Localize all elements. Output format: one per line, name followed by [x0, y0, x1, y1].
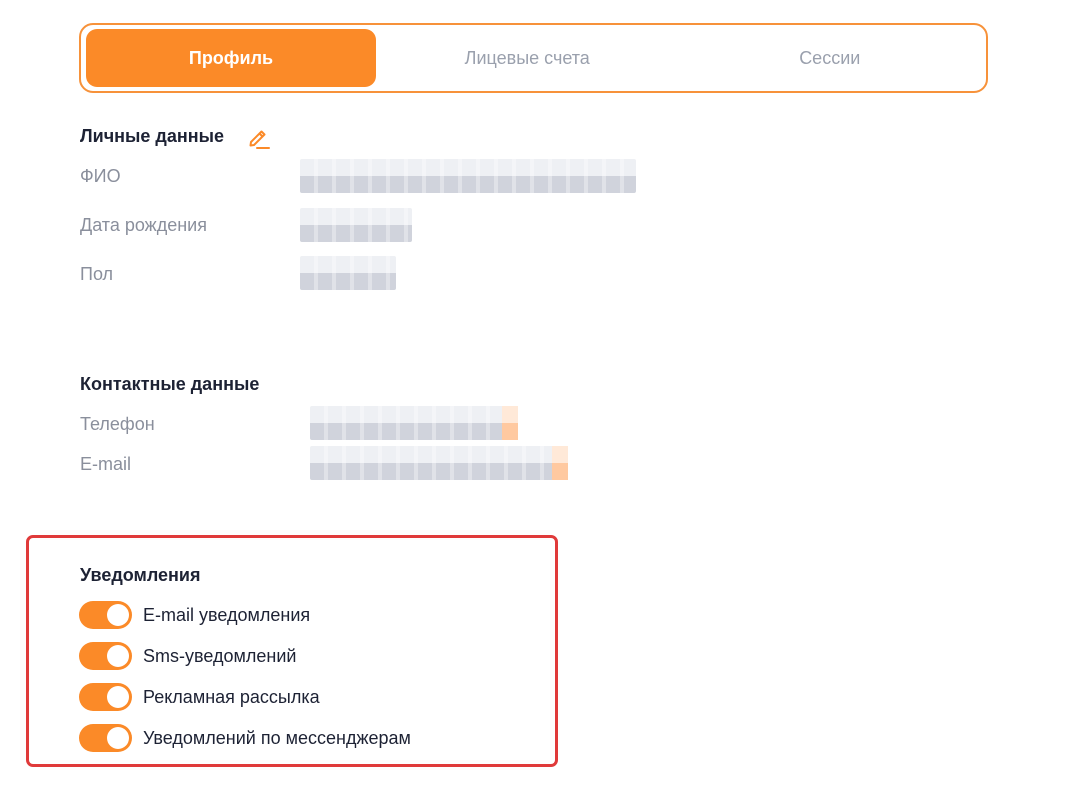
tab-sessions[interactable]: Сессии [679, 29, 982, 87]
ads-mailing-toggle[interactable] [79, 683, 132, 711]
toggle-row-sms[interactable]: Sms-уведомлений [79, 642, 296, 670]
toggle-label-ads: Рекламная рассылка [143, 686, 320, 707]
toggle-row-messengers[interactable]: Уведомлений по мессенджерам [79, 724, 411, 752]
toggle-knob [107, 604, 129, 626]
toggle-knob [107, 645, 129, 667]
phone-value-redacted [310, 406, 518, 440]
toggle-label-messengers: Уведомлений по мессенджерам [143, 727, 411, 748]
messenger-notifications-toggle[interactable] [79, 724, 132, 752]
sms-notifications-toggle[interactable] [79, 642, 132, 670]
field-label-phone: Телефон [80, 414, 155, 434]
toggle-row-ads[interactable]: Рекламная рассылка [79, 683, 320, 711]
contact-data-title: Контактные данные [80, 374, 260, 394]
email-notifications-toggle[interactable] [79, 601, 132, 629]
gender-value-redacted [300, 256, 396, 290]
tab-accounts[interactable]: Лицевые счета [376, 29, 679, 87]
field-label-email: E-mail [80, 454, 132, 474]
notifications-title: Уведомления [80, 565, 201, 585]
toggle-knob [107, 686, 129, 708]
birthdate-value-redacted [300, 208, 412, 242]
pencil-icon[interactable] [244, 123, 272, 151]
field-label-birthdate: Дата рождения [80, 215, 207, 235]
toggle-row-email[interactable]: E-mail уведомления [79, 601, 310, 629]
toggle-label-sms: Sms-уведомлений [143, 645, 297, 666]
toggle-label-email: E-mail уведомления [143, 604, 311, 625]
toggle-knob [107, 727, 129, 749]
fio-value-redacted [300, 159, 636, 193]
email-value-redacted [310, 446, 568, 480]
profile-tabs: Профиль Лицевые счета Сессии [79, 23, 988, 93]
field-label-fio: ФИО [80, 166, 121, 186]
personal-data-title: Личные данные [80, 126, 224, 146]
tab-profile[interactable]: Профиль [86, 29, 376, 87]
field-label-gender: Пол [80, 264, 114, 284]
